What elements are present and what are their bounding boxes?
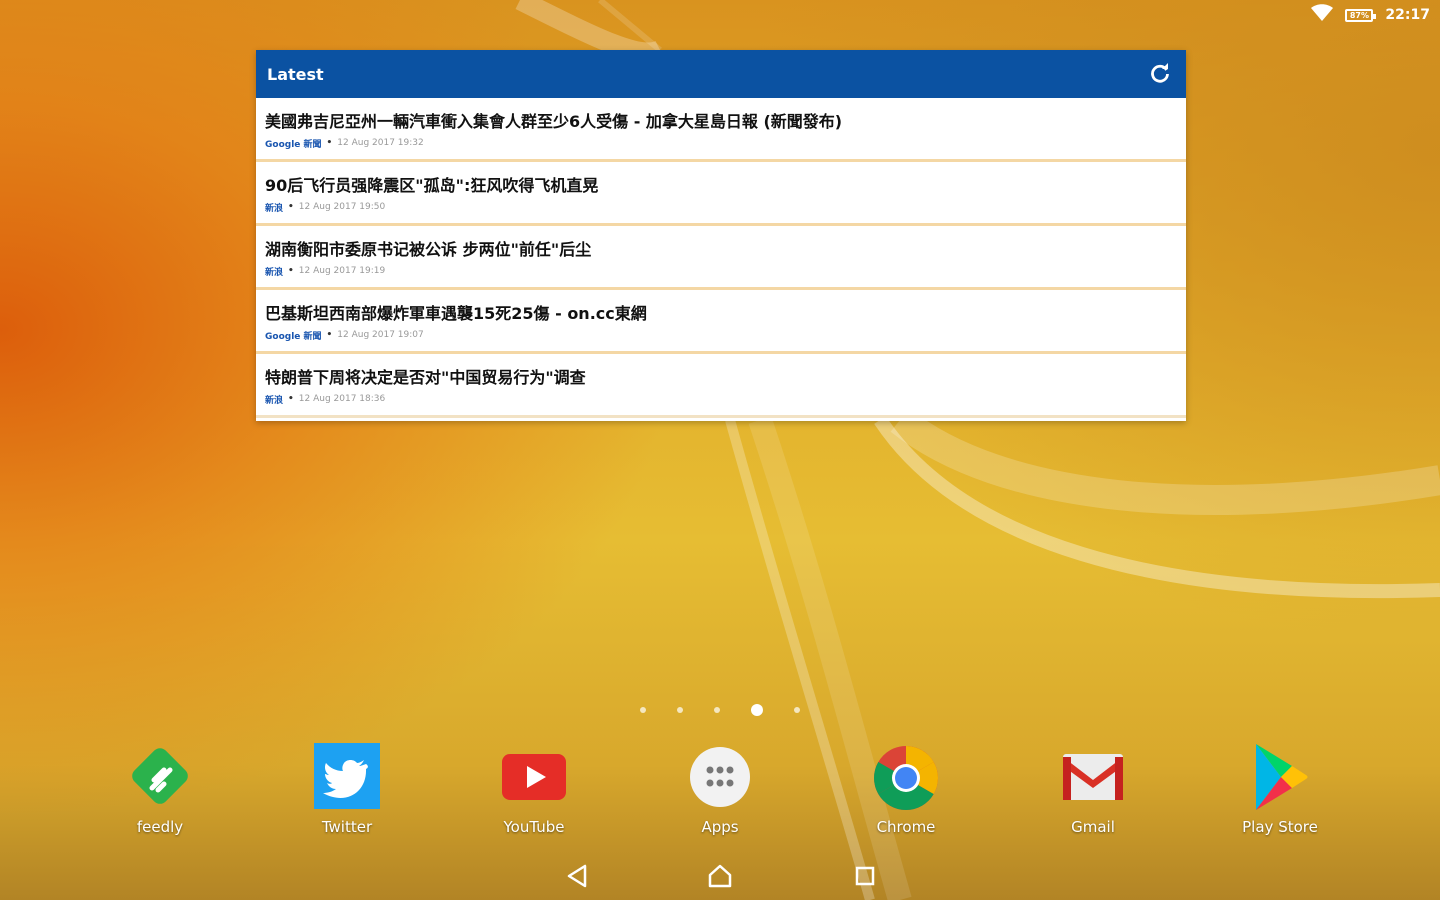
app-label: YouTube xyxy=(503,818,565,836)
news-source: Google 新聞 xyxy=(265,331,322,342)
refresh-icon[interactable] xyxy=(1148,62,1172,86)
news-source: 新浪 xyxy=(265,267,284,278)
play-store-icon xyxy=(1244,740,1316,812)
news-source: 新浪 xyxy=(265,395,284,406)
news-item[interactable]: 巴基斯坦西南部爆炸軍車遇襲15死25傷 - on.cc東網 Google 新聞 … xyxy=(256,290,1186,354)
news-date: 12 Aug 2017 19:07 xyxy=(337,330,424,340)
news-item[interactable]: 特朗普下周将决定是否对"中国贸易行为"调查 新浪 • 12 Aug 2017 1… xyxy=(256,354,1186,418)
separator-dot: • xyxy=(288,202,294,212)
news-date: 12 Aug 2017 18:36 xyxy=(298,394,386,404)
app-play-store[interactable]: Play Store xyxy=(1220,740,1340,836)
news-meta: Google 新聞 • 12 Aug 2017 19:07 xyxy=(265,329,1177,342)
app-feedly[interactable]: feedly xyxy=(100,740,220,836)
youtube-icon xyxy=(498,740,570,812)
page-indicator xyxy=(640,702,800,718)
back-button[interactable] xyxy=(563,862,593,890)
page-dot[interactable] xyxy=(677,707,683,713)
app-label: Apps xyxy=(701,818,739,836)
news-date: 12 Aug 2017 19:32 xyxy=(337,138,424,148)
app-label: Play Store xyxy=(1242,818,1318,836)
app-youtube[interactable]: YouTube xyxy=(474,740,594,836)
app-label: Chrome xyxy=(876,818,936,836)
separator-dot: • xyxy=(326,330,333,340)
app-label: feedly xyxy=(136,818,184,836)
wifi-icon xyxy=(1311,4,1334,26)
separator-dot: • xyxy=(288,266,294,276)
news-source: 新浪 xyxy=(265,203,284,214)
news-item[interactable]: 90后飞行员强降震区"孤岛":狂风吹得飞机直晃 新浪 • 12 Aug 2017… xyxy=(256,162,1186,226)
navigation-bar xyxy=(0,852,1440,900)
app-gmail[interactable]: Gmail xyxy=(1033,740,1153,836)
battery-icon: 87% xyxy=(1345,8,1377,22)
news-title: 90后飞行员强降震区"孤岛":狂风吹得飞机直晃 xyxy=(265,175,599,195)
app-drawer[interactable]: Apps xyxy=(660,740,780,836)
gmail-icon xyxy=(1057,740,1129,812)
battery-level: 87% xyxy=(1349,10,1369,20)
news-title: 特朗普下周将决定是否对"中国贸易行为"调查 xyxy=(265,367,586,387)
news-meta: 新浪 • 12 Aug 2017 18:36 xyxy=(265,393,1177,406)
app-chrome[interactable]: Chrome xyxy=(846,740,966,836)
news-title: 美國弗吉尼亞州一輛汽車衝入集會人群至少6人受傷 - 加拿大星島日報 (新聞發布) xyxy=(265,111,843,131)
app-label: Gmail xyxy=(1071,818,1115,836)
page-dot[interactable] xyxy=(714,707,720,713)
status-bar: 87% 22:17 xyxy=(0,0,1440,30)
news-item[interactable]: 湖南衡阳市委原书记被公诉 步两位"前任"后尘 新浪 • 12 Aug 2017 … xyxy=(256,226,1186,290)
news-meta: 新浪 • 12 Aug 2017 19:50 xyxy=(265,201,1177,214)
app-twitter[interactable]: Twitter xyxy=(287,740,407,836)
recents-button[interactable] xyxy=(850,862,880,890)
separator-dot: • xyxy=(326,138,333,148)
news-widget: Latest 美國弗吉尼亞州一輛汽車衝入集會人群至少6人受傷 - 加拿大星島日報… xyxy=(256,50,1186,421)
feedly-icon xyxy=(124,740,196,812)
news-meta: 新浪 • 12 Aug 2017 19:19 xyxy=(265,265,1177,278)
widget-header: Latest xyxy=(256,50,1186,98)
widget-title: Latest xyxy=(267,64,324,84)
page-dot[interactable] xyxy=(640,707,646,713)
news-item[interactable]: 美國弗吉尼亞州一輛汽車衝入集會人群至少6人受傷 - 加拿大星島日報 (新聞發布)… xyxy=(256,98,1186,162)
page-dot-active[interactable] xyxy=(751,704,763,716)
news-title: 巴基斯坦西南部爆炸軍車遇襲15死25傷 - on.cc東網 xyxy=(265,303,647,323)
news-date: 12 Aug 2017 19:19 xyxy=(298,266,386,276)
app-label: Twitter xyxy=(321,818,373,836)
news-date: 12 Aug 2017 19:50 xyxy=(298,202,386,212)
home-button[interactable] xyxy=(705,862,735,890)
news-source: Google 新聞 xyxy=(265,139,322,150)
chrome-icon xyxy=(870,740,942,812)
app-dock: feedly Twitter YouTube Apps Chrome Gmail… xyxy=(0,740,1440,850)
twitter-icon xyxy=(311,740,383,812)
apps-grid-icon xyxy=(684,740,756,812)
page-dot[interactable] xyxy=(794,707,800,713)
clock: 22:17 xyxy=(1385,7,1430,23)
home-screen: 87% 22:17 Latest 美國弗吉尼亞州一輛汽車衝入集會人群至少6人受傷… xyxy=(0,0,1440,900)
news-title: 湖南衡阳市委原书记被公诉 步两位"前任"后尘 xyxy=(265,239,592,259)
separator-dot: • xyxy=(288,394,294,404)
news-meta: Google 新聞 • 12 Aug 2017 19:32 xyxy=(265,137,1177,150)
